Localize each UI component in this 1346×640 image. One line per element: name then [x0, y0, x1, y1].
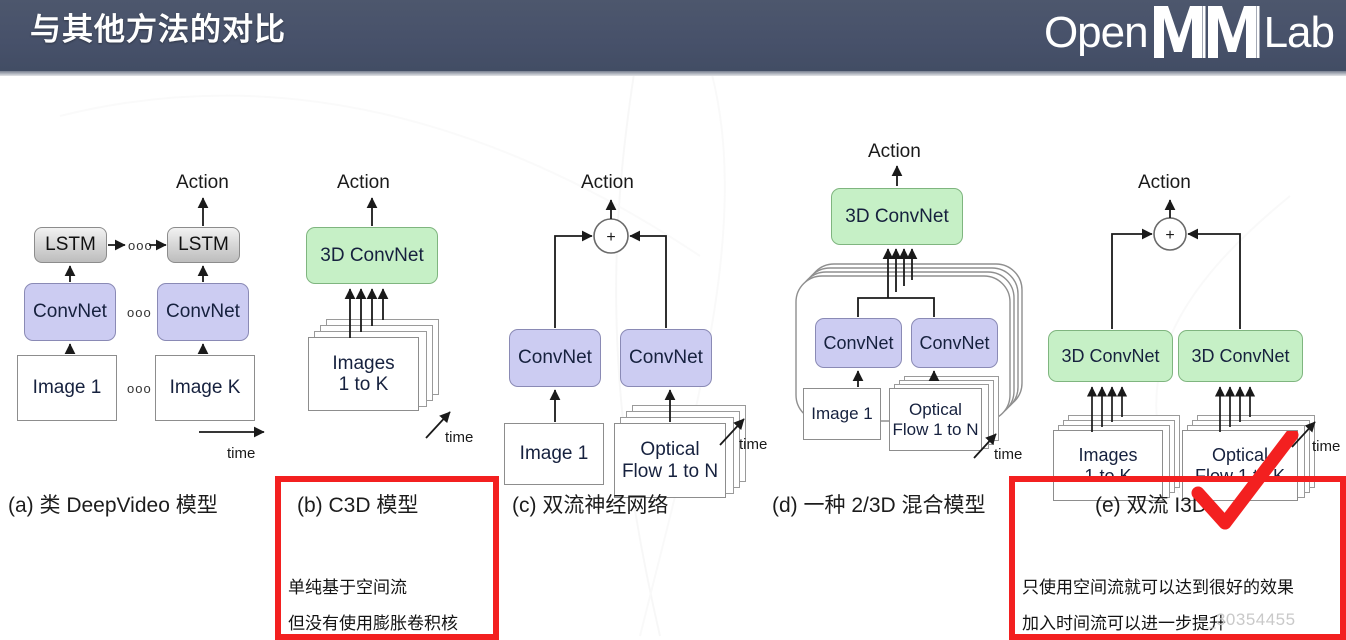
caption-panel-c: (c) 双流神经网络	[512, 494, 669, 517]
panel-d-connectors	[852, 165, 997, 459]
annotation-e-line1: 只使用空间流就可以达到很好的效果	[1022, 578, 1294, 597]
panel-c-two-stream: Action ConvNet ConvNet Image 1 Optical F…	[496, 76, 782, 498]
check-mark-icon	[1191, 431, 1299, 530]
openmmlab-logo: Open Lab	[1043, 2, 1335, 64]
panel-e-plus-symbol: +	[1165, 227, 1174, 244]
logo-right-text: Lab	[1263, 8, 1335, 57]
panel-d-mixed-2d3d: Action 3D ConvNet ConvNet ConvNet Image …	[782, 76, 1047, 476]
page-title: 与其他方法的对比	[30, 12, 286, 47]
slide-header: 与其他方法的对比 Open Lab	[0, 0, 1346, 76]
annotation-e-line2: 加入时间流可以进一步提升	[1022, 614, 1226, 633]
logo-left-text: Open	[1043, 8, 1149, 57]
panel-a-connectors	[64, 197, 265, 438]
panel-e-connectors: +	[1086, 199, 1316, 448]
panel-b-c3d: Action 3D ConvNet Images 1 to K time	[286, 76, 496, 466]
watermark-text: _30354455	[1206, 610, 1296, 629]
slide-body: Action LSTM LSTM ConvNet ConvNet Image 1…	[0, 76, 1346, 640]
openmmlab-m-mark	[1150, 2, 1262, 64]
panel-b-connectors	[344, 197, 451, 439]
panel-a-deepvideo: Action LSTM LSTM ConvNet ConvNet Image 1…	[0, 76, 280, 466]
panel-c-connectors: +	[549, 199, 745, 446]
caption-panel-a: (a) 类 DeepVideo 模型	[8, 494, 218, 517]
annotation-b-line2: 但没有使用膨胀卷积核	[288, 614, 458, 633]
caption-panel-d: (d) 一种 2/3D 混合模型	[772, 494, 986, 517]
annotation-b-line1: 单纯基于空间流	[288, 578, 407, 597]
panel-c-plus-symbol: +	[606, 229, 615, 246]
panel-e-two-stream-i3d: Action 3D ConvNet 3D ConvNet Images 1 to…	[1030, 76, 1346, 501]
